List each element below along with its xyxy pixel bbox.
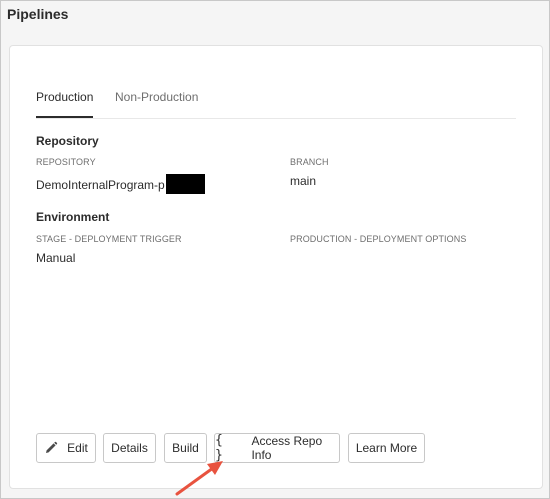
repository-name: DemoInternalProgram-p bbox=[36, 178, 165, 192]
access-repo-info-label: Access Repo Info bbox=[251, 434, 323, 462]
details-button-label: Details bbox=[111, 441, 148, 455]
tab-production[interactable]: Production bbox=[36, 90, 94, 118]
learn-more-button[interactable]: Learn More bbox=[348, 433, 425, 463]
page-title: Pipelines bbox=[7, 6, 69, 22]
learn-more-label: Learn More bbox=[355, 441, 418, 455]
repository-label: REPOSITORY bbox=[36, 157, 96, 167]
environment-heading: Environment bbox=[36, 210, 110, 224]
deployment-trigger-value: Manual bbox=[36, 251, 76, 265]
edit-button-label: Edit bbox=[67, 441, 88, 455]
repository-heading: Repository bbox=[36, 134, 99, 148]
arrow-annotation bbox=[175, 461, 223, 496]
deployment-options-label: PRODUCTION - DEPLOYMENT OPTIONS bbox=[290, 234, 467, 244]
branch-label: BRANCH bbox=[290, 157, 329, 167]
pipeline-card: Production Non-Production Repository REP… bbox=[9, 45, 543, 489]
deployment-trigger-label: STAGE - DEPLOYMENT TRIGGER bbox=[36, 234, 182, 244]
branch-value: main bbox=[290, 174, 317, 188]
tab-non-production[interactable]: Non-Production bbox=[115, 90, 198, 104]
details-button[interactable]: Details bbox=[103, 433, 156, 463]
edit-button[interactable]: Edit bbox=[36, 433, 96, 463]
tab-bar: Production Non-Production bbox=[36, 90, 516, 119]
repository-value: DemoInternalProgram-p bbox=[36, 174, 205, 194]
pencil-icon bbox=[44, 441, 58, 455]
redacted-block bbox=[165, 174, 205, 194]
build-button-label: Build bbox=[172, 441, 199, 455]
